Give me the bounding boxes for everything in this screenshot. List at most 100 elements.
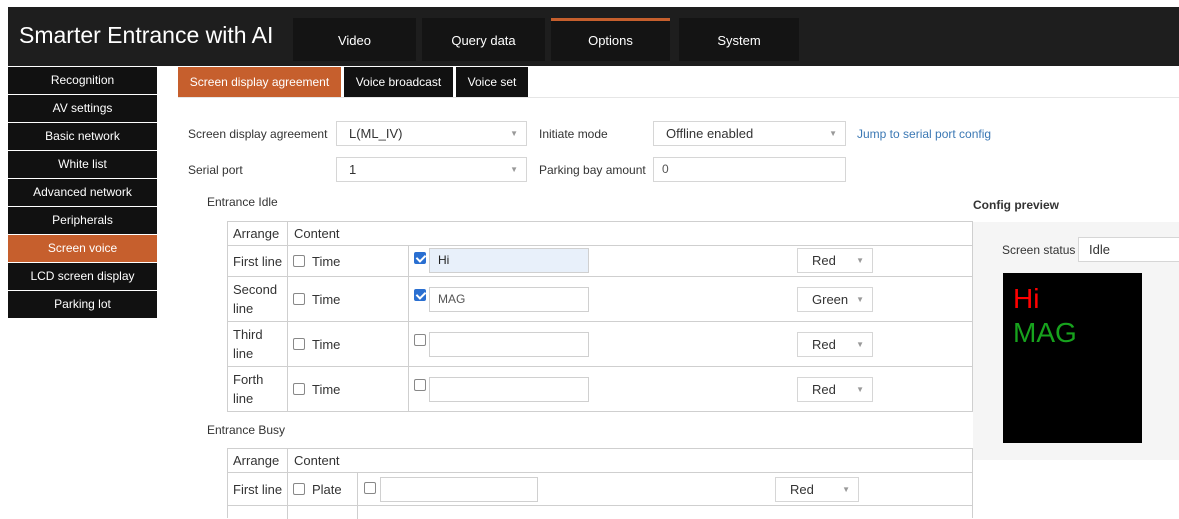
screen-status-value: Idle bbox=[1089, 242, 1110, 257]
agreement-label: Screen display agreement bbox=[188, 127, 328, 141]
serial-port-label: Serial port bbox=[188, 163, 243, 177]
line-text-input[interactable] bbox=[380, 477, 538, 502]
text-checkbox[interactable] bbox=[414, 379, 426, 391]
color-select[interactable]: Red ▼ bbox=[797, 332, 873, 357]
color-select[interactable]: Green ▼ bbox=[797, 287, 873, 312]
plate-checkbox[interactable] bbox=[293, 483, 305, 495]
table-header-row: Arrange Content bbox=[228, 222, 972, 246]
screen-line-2: MAG bbox=[1013, 317, 1077, 348]
initiate-mode-value: Offline enabled bbox=[666, 126, 754, 141]
sidebar-item-parking-lot[interactable]: Parking lot bbox=[8, 291, 157, 318]
sidebar-item-recognition[interactable]: Recognition bbox=[8, 67, 157, 94]
sidebar-item-advanced-network[interactable]: Advanced network bbox=[8, 179, 157, 206]
row-name: First line bbox=[233, 482, 283, 497]
sidebar-item-screen-voice[interactable]: Screen voice bbox=[8, 235, 157, 262]
agreement-select[interactable]: L(ML_IV) ▼ bbox=[336, 121, 527, 146]
jump-serial-config-link[interactable]: Jump to serial port config bbox=[857, 127, 991, 141]
time-label: Time bbox=[312, 382, 341, 397]
serial-port-select[interactable]: 1 ▼ bbox=[336, 157, 527, 182]
table-row bbox=[228, 506, 972, 519]
line-text-input[interactable] bbox=[429, 377, 589, 402]
entrance-idle-title: Entrance Idle bbox=[207, 195, 278, 209]
app-header: Smarter Entrance with AI Video Query dat… bbox=[8, 7, 1179, 66]
chevron-down-icon: ▼ bbox=[510, 129, 518, 138]
tab-video[interactable]: Video bbox=[293, 18, 416, 61]
time-checkbox[interactable] bbox=[293, 255, 305, 267]
tab-system[interactable]: System bbox=[679, 18, 799, 61]
line-text-input[interactable]: Hi bbox=[429, 248, 589, 273]
plate-label: Plate bbox=[312, 482, 342, 497]
sidebar-item-av-settings[interactable]: AV settings bbox=[8, 95, 157, 122]
table-row: First line Time Hi Red ▼ bbox=[228, 246, 972, 277]
row-name: Forth bbox=[233, 372, 264, 387]
time-checkbox[interactable] bbox=[293, 338, 305, 350]
content-header: Content bbox=[294, 453, 340, 468]
chevron-down-icon: ▼ bbox=[856, 385, 864, 394]
table-row: Second line Time MAG Green ▼ bbox=[228, 277, 972, 322]
chevron-down-icon: ▼ bbox=[510, 165, 518, 174]
time-label: Time bbox=[312, 254, 341, 269]
screen-status-select[interactable]: Idle bbox=[1078, 237, 1179, 262]
row-name: First line bbox=[233, 254, 283, 269]
color-value: Red bbox=[812, 382, 836, 397]
text-checkbox[interactable] bbox=[414, 252, 426, 264]
color-value: Green bbox=[812, 292, 849, 307]
chevron-down-icon: ▼ bbox=[842, 485, 850, 494]
time-label: Time bbox=[312, 292, 341, 307]
row-name: Second bbox=[233, 282, 278, 297]
parking-bay-label: Parking bay amount bbox=[539, 163, 646, 177]
chevron-down-icon: ▼ bbox=[829, 129, 837, 138]
table-row: First line Plate Red ▼ bbox=[228, 473, 972, 506]
serial-port-value: 1 bbox=[349, 162, 357, 177]
text-checkbox[interactable] bbox=[414, 289, 426, 301]
time-label: Time bbox=[312, 337, 341, 352]
arrange-header: Arrange bbox=[233, 226, 280, 241]
entrance-idle-table: Arrange Content First line Time Hi Red ▼… bbox=[227, 221, 973, 412]
time-checkbox[interactable] bbox=[293, 383, 305, 395]
app-title: Smarter Entrance with AI bbox=[19, 22, 274, 48]
color-value: Red bbox=[812, 253, 836, 268]
color-select[interactable]: Red ▼ bbox=[797, 248, 873, 273]
parking-bay-input[interactable]: 0 bbox=[653, 157, 846, 182]
agreement-value: L(ML_IV) bbox=[349, 126, 403, 141]
line-text-input[interactable] bbox=[429, 332, 589, 357]
screen-status-label: Screen status bbox=[1002, 243, 1076, 257]
color-value: Red bbox=[812, 337, 836, 352]
color-value: Red bbox=[790, 482, 814, 497]
sidebar-item-peripherals[interactable]: Peripherals bbox=[8, 207, 157, 234]
row-name-line: line bbox=[233, 301, 254, 316]
initiate-mode-select[interactable]: Offline enabled ▼ bbox=[653, 121, 846, 146]
line-text-input[interactable]: MAG bbox=[429, 287, 589, 312]
sidebar-item-lcd-screen-display[interactable]: LCD screen display bbox=[8, 263, 157, 290]
entrance-busy-title: Entrance Busy bbox=[207, 423, 286, 437]
sidebar-item-basic-network[interactable]: Basic network bbox=[8, 123, 157, 150]
sidebar-item-white-list[interactable]: White list bbox=[8, 151, 157, 178]
tab-options[interactable]: Options bbox=[551, 18, 670, 61]
table-header-row: Arrange Content bbox=[228, 449, 972, 473]
subtab-voice-broadcast[interactable]: Voice broadcast bbox=[344, 67, 453, 98]
tab-query-data[interactable]: Query data bbox=[422, 18, 545, 61]
row-name: Third bbox=[233, 327, 263, 342]
arrange-header: Arrange bbox=[233, 453, 280, 468]
chevron-down-icon: ▼ bbox=[856, 295, 864, 304]
table-row: Forth line Time Red ▼ bbox=[228, 367, 972, 412]
chevron-down-icon: ▼ bbox=[856, 256, 864, 265]
chevron-down-icon: ▼ bbox=[856, 340, 864, 349]
table-row: Third line Time Red ▼ bbox=[228, 322, 972, 367]
row-name-line: line bbox=[233, 346, 254, 361]
initiate-mode-label: Initiate mode bbox=[539, 127, 608, 141]
config-preview-title: Config preview bbox=[973, 198, 1060, 212]
text-checkbox[interactable] bbox=[414, 334, 426, 346]
content-header: Content bbox=[294, 226, 340, 241]
subtab-divider bbox=[178, 97, 1179, 98]
time-checkbox[interactable] bbox=[293, 293, 305, 305]
entrance-busy-table: Arrange Content First line Plate Red ▼ bbox=[227, 448, 973, 519]
text-checkbox[interactable] bbox=[364, 482, 376, 494]
color-select[interactable]: Red ▼ bbox=[797, 377, 873, 402]
color-select[interactable]: Red ▼ bbox=[775, 477, 859, 502]
subtab-voice-set[interactable]: Voice set bbox=[456, 67, 528, 98]
row-name-line: line bbox=[233, 391, 254, 406]
subtab-screen-display-agreement[interactable]: Screen display agreement bbox=[178, 67, 341, 98]
screen-line-1: Hi bbox=[1013, 283, 1040, 314]
led-screen-preview: Hi MAG bbox=[1003, 273, 1142, 443]
